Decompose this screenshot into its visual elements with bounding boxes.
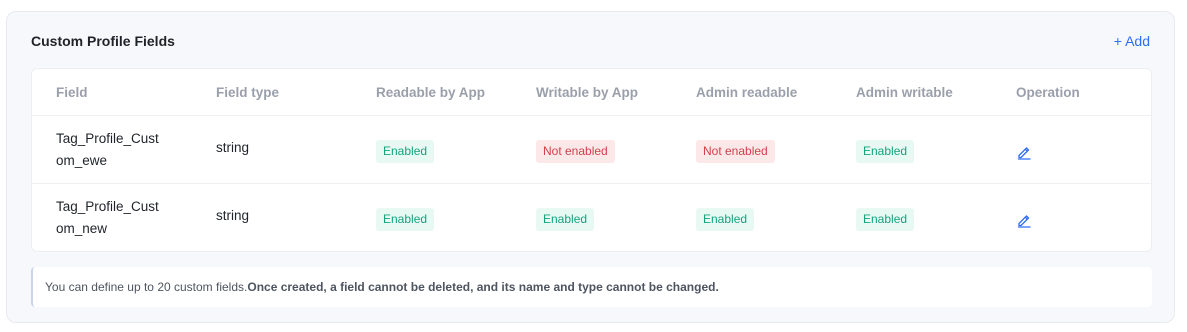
status-badge: Enabled	[376, 140, 435, 163]
header-admin-writable: Admin writable	[856, 84, 953, 100]
status-badge: Not enabled	[536, 140, 615, 163]
edit-icon[interactable]	[1016, 144, 1032, 160]
header-admin-readable: Admin readable	[696, 84, 798, 100]
status-badge: Enabled	[376, 208, 435, 231]
edit-icon[interactable]	[1016, 212, 1032, 228]
table-row: Tag_Profile_Custom_ewe string Enabled No…	[32, 115, 1151, 183]
status-badge: Enabled	[856, 208, 915, 231]
table-header-row: Field Field type Readable by App Writabl…	[32, 69, 1151, 115]
fields-table: Field Field type Readable by App Writabl…	[31, 68, 1152, 252]
status-badge: Enabled	[696, 208, 755, 231]
field-name: Tag_Profile_Custom_ewe	[56, 130, 159, 168]
header-writable-by-app: Writable by App	[536, 84, 639, 100]
field-type: string	[216, 140, 250, 155]
header-readable-by-app: Readable by App	[376, 84, 486, 100]
section-title: Custom Profile Fields	[31, 33, 175, 49]
status-badge: Enabled	[856, 140, 915, 163]
header-operation: Operation	[1016, 84, 1080, 100]
notice-text: You can define up to 20 custom fields.	[45, 280, 248, 294]
header-field: Field	[56, 84, 88, 100]
header-field-type: Field type	[216, 84, 280, 100]
field-name: Tag_Profile_Custom_new	[56, 198, 159, 236]
add-field-button[interactable]: + Add	[1114, 33, 1150, 49]
status-badge: Enabled	[536, 208, 595, 231]
info-notice: You can define up to 20 custom fields. On…	[31, 267, 1152, 307]
field-type: string	[216, 208, 250, 223]
custom-profile-fields-card: Custom Profile Fields + Add Field Field …	[6, 11, 1175, 323]
status-badge: Not enabled	[696, 140, 775, 163]
notice-bold-text: Once created, a field cannot be deleted,…	[247, 280, 719, 294]
table-row: Tag_Profile_Custom_new string Enabled En…	[32, 183, 1151, 251]
